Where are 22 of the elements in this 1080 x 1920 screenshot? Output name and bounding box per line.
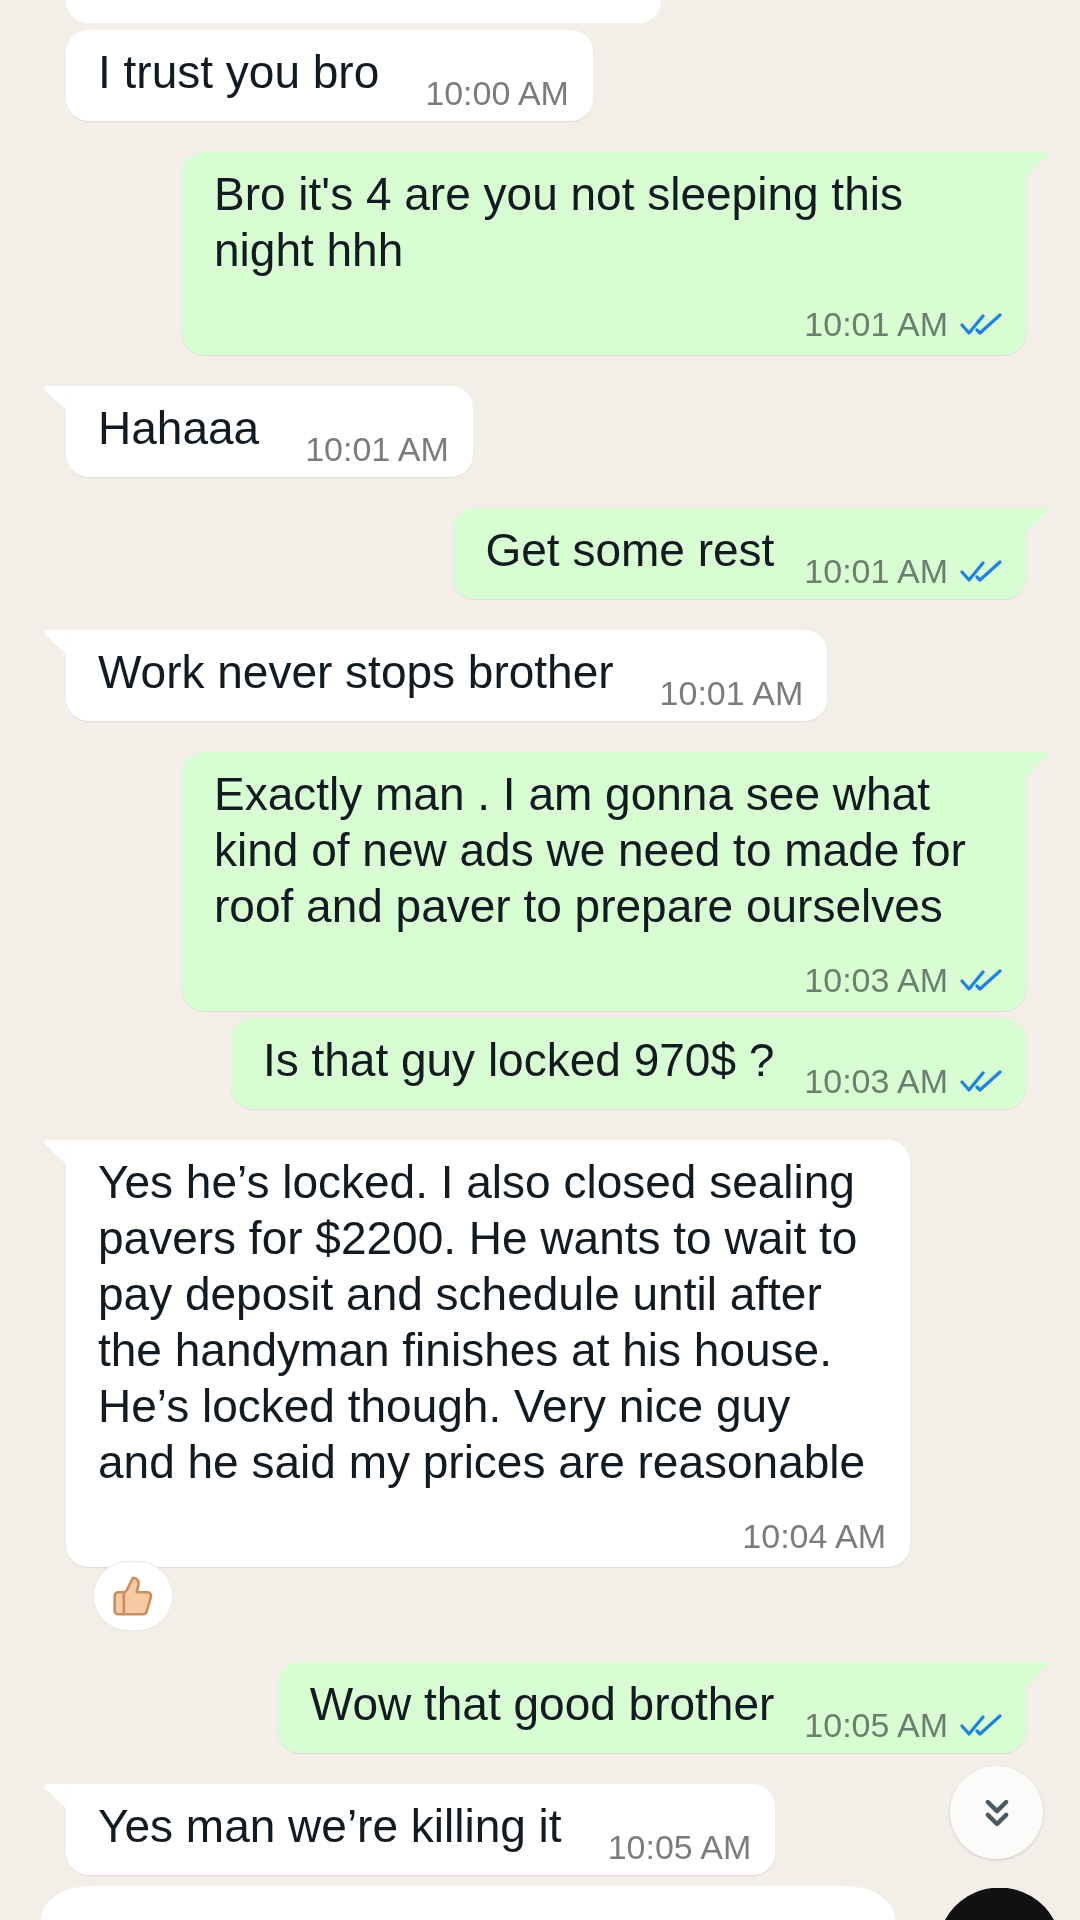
- timestamp: 10:01 AM: [804, 304, 948, 344]
- message-text: Bro it's 4 are you not sleeping this night hhh: [214, 167, 903, 278]
- action-button[interactable]: [945, 1888, 1054, 1920]
- message-text: Yes man we’re killing it: [98, 1799, 562, 1854]
- timestamp: 10:01 AM: [305, 429, 449, 469]
- message-text: Exactly man . I am gonna see what kind of new ads we need to made for roof and paver to prepare ourselves: [214, 767, 966, 934]
- timestamp: 10:05 AM: [804, 1705, 948, 1745]
- timestamp: 10:01 AM: [804, 551, 948, 591]
- message-text: Yes he’s locked. I also closed sealing pavers for $2200. He wants to wait to pay deposit and schedule until after the handyman finishes at his house. He’s locked though. Very nice guy and he said my prices are reasonable: [98, 1155, 866, 1490]
- message-text: Hahaaa: [98, 401, 260, 456]
- timestamp: 10:03 AM: [804, 1061, 948, 1101]
- timestamp: 10:00 AM: [425, 73, 569, 113]
- message-text: Is that guy locked 970$ ?: [262, 1033, 775, 1088]
- message-text: Wow that good brother: [309, 1677, 775, 1732]
- message-text: I trust you bro: [98, 45, 380, 100]
- timestamp: 10:04 AM: [742, 1516, 886, 1556]
- thumbs-up-icon: [111, 1574, 155, 1618]
- timestamp: 10:03 AM: [804, 960, 948, 1000]
- timestamp: 10:01 AM: [659, 673, 804, 713]
- message-text: Work never stops brother: [98, 645, 614, 700]
- message-text: Get some rest: [485, 523, 775, 578]
- timestamp: 10:05 AM: [607, 1827, 752, 1867]
